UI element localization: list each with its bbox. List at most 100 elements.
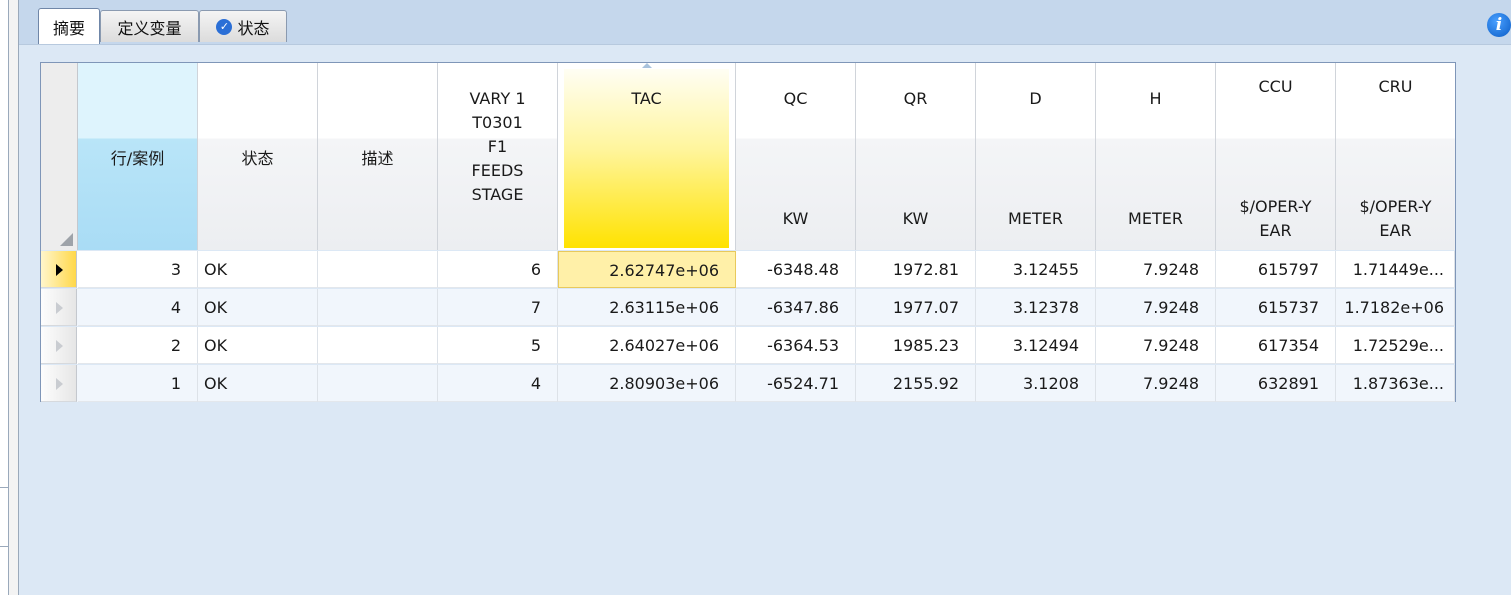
cell-description[interactable] xyxy=(318,289,438,326)
cell-ccu[interactable]: 615737 xyxy=(1216,289,1336,326)
tab-label: 定义变量 xyxy=(117,18,182,38)
left-gutter xyxy=(0,0,9,595)
cell-qr[interactable]: 1985.23 xyxy=(856,327,976,364)
row-indicator-icon xyxy=(56,302,63,314)
current-row-icon xyxy=(56,264,63,276)
cell-d[interactable]: 3.12455 xyxy=(976,251,1096,288)
select-all-corner[interactable] xyxy=(41,63,78,250)
column-title: 状态 xyxy=(241,149,274,168)
cell-tac[interactable]: 2.80903e+06 xyxy=(558,365,736,402)
tab-label: 状态 xyxy=(237,18,270,38)
column-title: QR xyxy=(903,89,928,108)
column-title: D xyxy=(1029,89,1042,108)
cell-ccu[interactable]: 617354 xyxy=(1216,327,1336,364)
gutter-divider xyxy=(0,546,8,547)
table-row[interactable]: 2 OK 5 2.64027e+06 -6364.53 1985.23 3.12… xyxy=(41,327,1455,364)
cell-ccu[interactable]: 615797 xyxy=(1216,251,1336,288)
cell-qc[interactable]: -6347.86 xyxy=(736,289,856,326)
left-splitter[interactable] xyxy=(9,0,19,595)
cell-status[interactable]: OK xyxy=(198,251,318,288)
cell-tac[interactable]: 2.64027e+06 xyxy=(558,327,736,364)
cell-qr[interactable]: 2155.92 xyxy=(856,365,976,402)
cell-description[interactable] xyxy=(318,365,438,402)
column-header-qc[interactable]: QC KW xyxy=(736,63,856,250)
row-indicator-icon xyxy=(56,340,63,352)
row-indicator[interactable] xyxy=(41,365,77,402)
cell-tac[interactable]: 2.62747e+06 xyxy=(558,251,736,288)
cell-status[interactable]: OK xyxy=(198,289,318,326)
cell-description[interactable] xyxy=(318,251,438,288)
column-header-d[interactable]: D METER xyxy=(976,63,1096,250)
tab-strip: 摘要 定义变量 ✓ 状态 xyxy=(19,0,1511,45)
row-indicator[interactable] xyxy=(41,251,77,288)
table-row[interactable]: 4 OK 7 2.63115e+06 -6347.86 1977.07 3.12… xyxy=(41,289,1455,326)
cell-description[interactable] xyxy=(318,327,438,364)
check-circle-icon: ✓ xyxy=(216,18,233,35)
tab-summary[interactable]: 摘要 xyxy=(38,8,100,44)
column-title: CCU xyxy=(1258,77,1293,96)
cell-cru[interactable]: 1.7182e+06 xyxy=(1336,289,1455,326)
column-unit: METER xyxy=(1008,209,1063,228)
cell-vary[interactable]: 6 xyxy=(438,251,558,288)
cell-qr[interactable]: 1977.07 xyxy=(856,289,976,326)
info-icon[interactable]: i xyxy=(1487,13,1511,37)
cell-qr[interactable]: 1972.81 xyxy=(856,251,976,288)
cell-case[interactable]: 4 xyxy=(78,289,198,326)
cell-h[interactable]: 7.9248 xyxy=(1096,251,1216,288)
column-header-case[interactable]: 行/案例 xyxy=(78,63,198,250)
sort-ascending-icon xyxy=(641,63,652,68)
cell-vary[interactable]: 7 xyxy=(438,289,558,326)
cell-cru[interactable]: 1.87363e... xyxy=(1336,365,1455,402)
cell-qc[interactable]: -6364.53 xyxy=(736,327,856,364)
cell-tac[interactable]: 2.63115e+06 xyxy=(558,289,736,326)
cell-d[interactable]: 3.12378 xyxy=(976,289,1096,326)
column-header-tac[interactable]: TAC xyxy=(558,63,736,250)
row-indicator-icon xyxy=(56,378,63,390)
gutter-divider xyxy=(0,487,8,488)
cell-vary[interactable]: 4 xyxy=(438,365,558,402)
cell-h[interactable]: 7.9248 xyxy=(1096,289,1216,326)
tab-status[interactable]: ✓ 状态 xyxy=(199,10,287,42)
cell-cru[interactable]: 1.72529e... xyxy=(1336,327,1455,364)
cell-qc[interactable]: -6524.71 xyxy=(736,365,856,402)
column-title: H xyxy=(1149,89,1162,108)
tab-label: 摘要 xyxy=(52,18,85,38)
column-title: QC xyxy=(783,89,808,108)
table-row[interactable]: 1 OK 4 2.80903e+06 -6524.71 2155.92 3.12… xyxy=(41,365,1455,402)
column-unit: KW xyxy=(902,209,929,228)
table-row[interactable]: 3 OK 6 2.62747e+06 -6348.48 1972.81 3.12… xyxy=(41,251,1455,288)
column-unit: METER xyxy=(1128,209,1183,228)
column-header-status[interactable]: 状态 xyxy=(198,63,318,250)
cell-cru[interactable]: 1.71449e... xyxy=(1336,251,1455,288)
cell-h[interactable]: 7.9248 xyxy=(1096,365,1216,402)
grid-header: 行/案例 状态 描述 VARY 1 T0301 F1 FEEDS STAGE T… xyxy=(41,63,1455,251)
column-header-h[interactable]: H METER xyxy=(1096,63,1216,250)
cell-d[interactable]: 3.12494 xyxy=(976,327,1096,364)
cell-case[interactable]: 2 xyxy=(78,327,198,364)
row-indicator[interactable] xyxy=(41,327,77,364)
cell-status[interactable]: OK xyxy=(198,327,318,364)
column-title: VARY 1 T0301 F1 FEEDS STAGE xyxy=(469,89,526,204)
cell-case[interactable]: 1 xyxy=(78,365,198,402)
results-grid: 行/案例 状态 描述 VARY 1 T0301 F1 FEEDS STAGE T… xyxy=(40,62,1456,402)
cell-vary[interactable]: 5 xyxy=(438,327,558,364)
column-header-qr[interactable]: QR KW xyxy=(856,63,976,250)
column-unit: KW xyxy=(782,209,809,228)
column-header-cru[interactable]: CRU $/OPER-Y EAR xyxy=(1336,63,1455,250)
info-glyph: i xyxy=(1495,15,1503,35)
cell-status[interactable]: OK xyxy=(198,365,318,402)
select-all-icon xyxy=(60,233,73,246)
row-indicator[interactable] xyxy=(41,289,77,326)
tab-define-variables[interactable]: 定义变量 xyxy=(100,10,199,42)
column-title: CRU xyxy=(1378,77,1413,96)
cell-h[interactable]: 7.9248 xyxy=(1096,327,1216,364)
column-unit: $/OPER-Y EAR xyxy=(1359,197,1432,240)
cell-case[interactable]: 3 xyxy=(78,251,198,288)
column-header-ccu[interactable]: CCU $/OPER-Y EAR xyxy=(1216,63,1336,250)
column-header-description[interactable]: 描述 xyxy=(318,63,438,250)
cell-d[interactable]: 3.1208 xyxy=(976,365,1096,402)
cell-qc[interactable]: -6348.48 xyxy=(736,251,856,288)
column-header-vary[interactable]: VARY 1 T0301 F1 FEEDS STAGE xyxy=(438,63,558,250)
column-title: 行/案例 xyxy=(110,149,165,168)
cell-ccu[interactable]: 632891 xyxy=(1216,365,1336,402)
